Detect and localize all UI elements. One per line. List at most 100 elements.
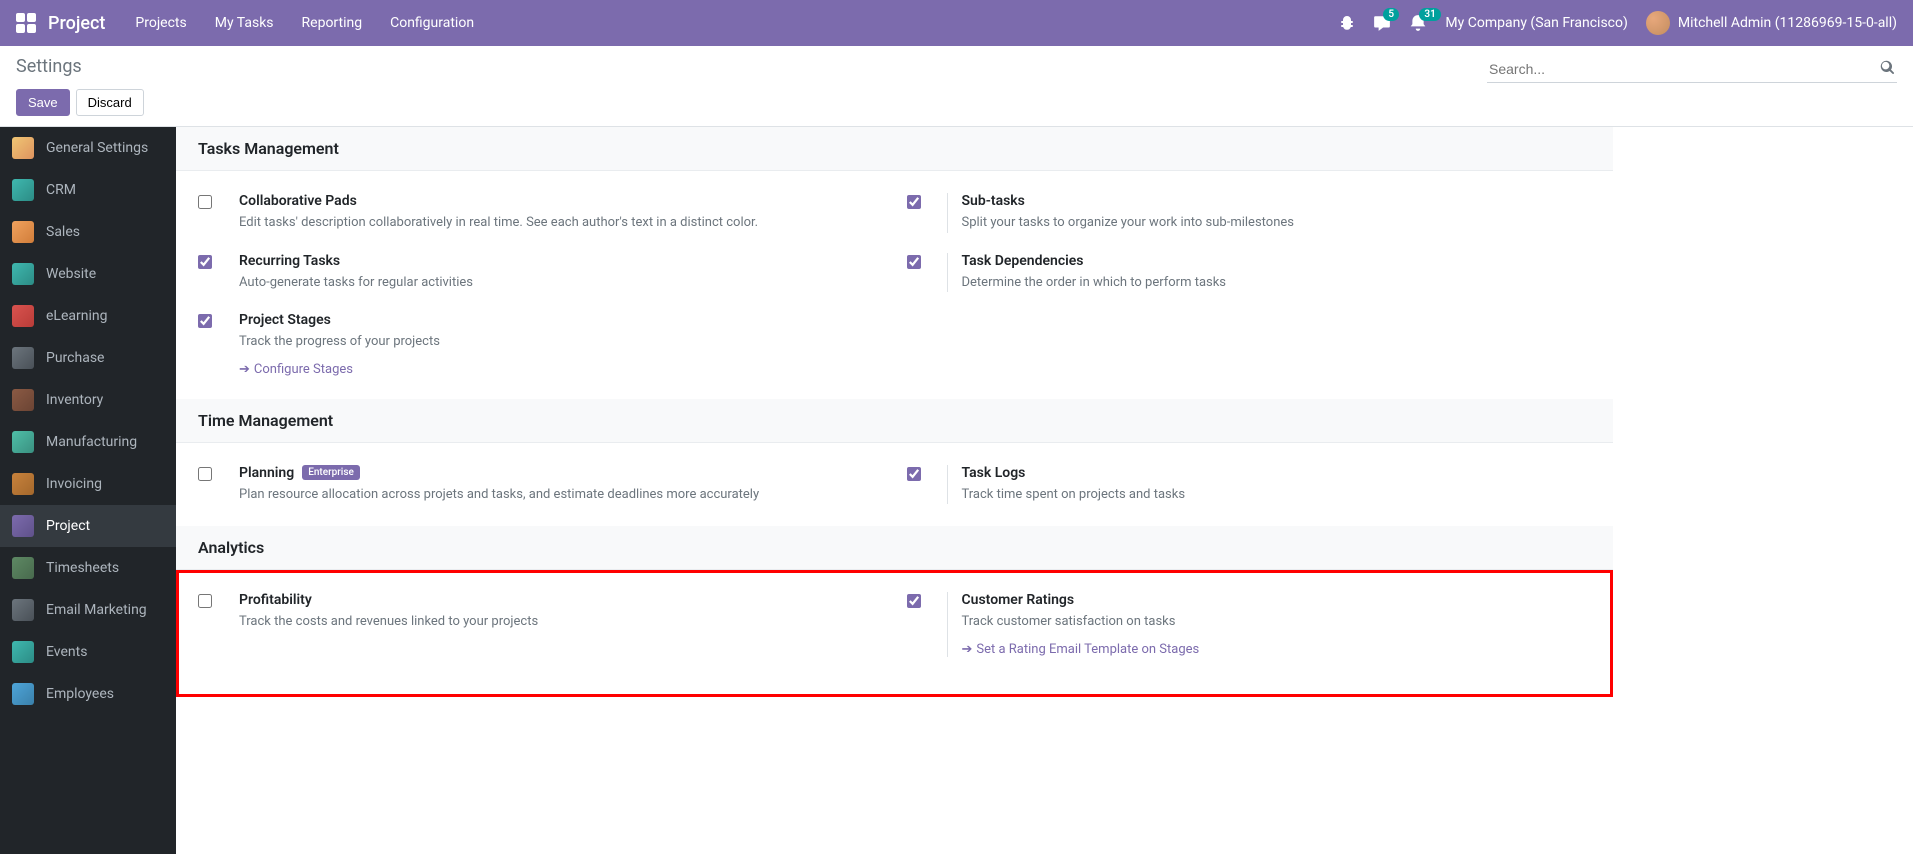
setting-title: Profitability [239, 592, 883, 608]
book-icon [12, 305, 34, 327]
sidebar-item-label: CRM [46, 182, 76, 198]
sidebar-item-label: Invoicing [46, 476, 102, 492]
sidebar-item-timesheets[interactable]: Timesheets [0, 547, 176, 589]
sidebar-item-sales[interactable]: Sales [0, 211, 176, 253]
section-analytics-header: Analytics [176, 526, 1613, 570]
user-name: Mitchell Admin (11286969-15-0-all) [1678, 15, 1897, 31]
sidebar-item-purchase[interactable]: Purchase [0, 337, 176, 379]
nav-configuration[interactable]: Configuration [390, 15, 474, 31]
topnav-menu: Projects My Tasks Reporting Configuratio… [135, 15, 474, 31]
sidebar-item-label: Email Marketing [46, 602, 147, 618]
sidebar-item-invoicing[interactable]: Invoicing [0, 463, 176, 505]
save-button[interactable]: Save [16, 89, 70, 116]
setting-desc: Track the costs and revenues linked to y… [239, 612, 883, 632]
setting-desc: Track customer satisfaction on tasks [962, 612, 1592, 632]
setting-desc: Determine the order in which to perform … [962, 273, 1592, 293]
gear-icon [12, 137, 34, 159]
setting-task-dependencies: Task Dependencies Determine the order in… [895, 243, 1604, 303]
settings-sidebar: General Settings CRM Sales Website eLear… [0, 127, 176, 854]
nav-my-tasks[interactable]: My Tasks [215, 15, 274, 31]
link-rating-template[interactable]: ➔ Set a Rating Email Template on Stages [962, 642, 1592, 657]
top-nav: Project Projects My Tasks Reporting Conf… [0, 0, 1913, 46]
sidebar-item-label: Events [46, 644, 87, 660]
setting-desc: Edit tasks' description collaboratively … [239, 213, 883, 233]
control-panel: Settings Save Discard [0, 46, 1913, 127]
search-icon[interactable] [1880, 60, 1895, 79]
box-icon [12, 389, 34, 411]
handshake-icon [12, 179, 34, 201]
setting-desc: Track time spent on projects and tasks [962, 485, 1592, 505]
wrench-icon [12, 431, 34, 453]
settings-content: Tasks Management Collaborative Pads Edit… [176, 127, 1913, 854]
checkbox-recurring-tasks[interactable] [198, 255, 212, 269]
checkbox-task-dependencies[interactable] [907, 255, 921, 269]
users-icon [12, 683, 34, 705]
messages-icon[interactable]: 5 [1373, 14, 1391, 32]
sidebar-item-label: Timesheets [46, 560, 119, 576]
checkbox-customer-ratings[interactable] [907, 594, 921, 608]
checkbox-planning[interactable] [198, 467, 212, 481]
avatar [1646, 11, 1670, 35]
setting-planning: Planning Enterprise Plan resource alloca… [186, 455, 895, 515]
sidebar-item-website[interactable]: Website [0, 253, 176, 295]
clock-icon [12, 557, 34, 579]
sidebar-item-general[interactable]: General Settings [0, 127, 176, 169]
sidebar-item-label: General Settings [46, 140, 148, 156]
sidebar-item-events[interactable]: Events [0, 631, 176, 673]
sidebar-item-project[interactable]: Project [0, 505, 176, 547]
messages-badge: 5 [1383, 8, 1399, 21]
file-icon [12, 473, 34, 495]
sidebar-item-inventory[interactable]: Inventory [0, 379, 176, 421]
link-configure-stages[interactable]: ➔ Configure Stages [239, 362, 883, 377]
setting-desc: Split your tasks to organize your work i… [962, 213, 1592, 233]
sidebar-item-label: eLearning [46, 308, 107, 324]
section-tasks-header: Tasks Management [176, 127, 1613, 171]
enterprise-badge: Enterprise [302, 465, 360, 480]
checkbox-sub-tasks[interactable] [907, 195, 921, 209]
search-input[interactable] [1487, 56, 1897, 83]
arrow-right-icon: ➔ [239, 362, 250, 377]
ticket-icon [12, 641, 34, 663]
checkbox-collaborative-pads[interactable] [198, 195, 212, 209]
sidebar-item-label: Manufacturing [46, 434, 137, 450]
app-brand[interactable]: Project [48, 13, 105, 34]
setting-title: Recurring Tasks [239, 253, 883, 269]
user-menu[interactable]: Mitchell Admin (11286969-15-0-all) [1646, 11, 1897, 35]
cart-icon [12, 347, 34, 369]
nav-reporting[interactable]: Reporting [302, 15, 363, 31]
sidebar-item-label: Inventory [46, 392, 103, 408]
setting-title: Customer Ratings [962, 592, 1592, 608]
sidebar-item-manufacturing[interactable]: Manufacturing [0, 421, 176, 463]
setting-title: Task Dependencies [962, 253, 1592, 269]
setting-title-text: Planning [239, 465, 294, 481]
activities-badge: 31 [1419, 8, 1440, 21]
checklist-icon [12, 515, 34, 537]
apps-icon[interactable] [16, 13, 36, 33]
nav-projects[interactable]: Projects [135, 15, 186, 31]
setting-title: Project Stages [239, 312, 883, 328]
checkbox-task-logs[interactable] [907, 467, 921, 481]
sidebar-item-crm[interactable]: CRM [0, 169, 176, 211]
activities-icon[interactable]: 31 [1409, 14, 1427, 32]
sidebar-item-label: Website [46, 266, 96, 282]
setting-desc: Track the progress of your projects [239, 332, 883, 352]
setting-profitability: Profitability Track the costs and revenu… [186, 582, 895, 667]
sidebar-item-email-marketing[interactable]: Email Marketing [0, 589, 176, 631]
setting-title: Sub-tasks [962, 193, 1592, 209]
setting-customer-ratings: Customer Ratings Track customer satisfac… [895, 582, 1604, 667]
link-label: Configure Stages [254, 362, 353, 377]
setting-sub-tasks: Sub-tasks Split your tasks to organize y… [895, 183, 1604, 243]
discard-button[interactable]: Discard [76, 89, 144, 116]
sidebar-item-label: Employees [46, 686, 114, 702]
sidebar-item-employees[interactable]: Employees [0, 673, 176, 715]
setting-title: Collaborative Pads [239, 193, 883, 209]
company-selector[interactable]: My Company (San Francisco) [1445, 15, 1627, 31]
setting-project-stages: Project Stages Track the progress of you… [186, 302, 895, 387]
checkbox-project-stages[interactable] [198, 314, 212, 328]
section-time-header: Time Management [176, 399, 1613, 443]
checkbox-profitability[interactable] [198, 594, 212, 608]
sidebar-item-elearning[interactable]: eLearning [0, 295, 176, 337]
setting-task-logs: Task Logs Track time spent on projects a… [895, 455, 1604, 515]
setting-desc: Plan resource allocation across projets … [239, 485, 883, 505]
debug-icon[interactable] [1339, 15, 1355, 31]
